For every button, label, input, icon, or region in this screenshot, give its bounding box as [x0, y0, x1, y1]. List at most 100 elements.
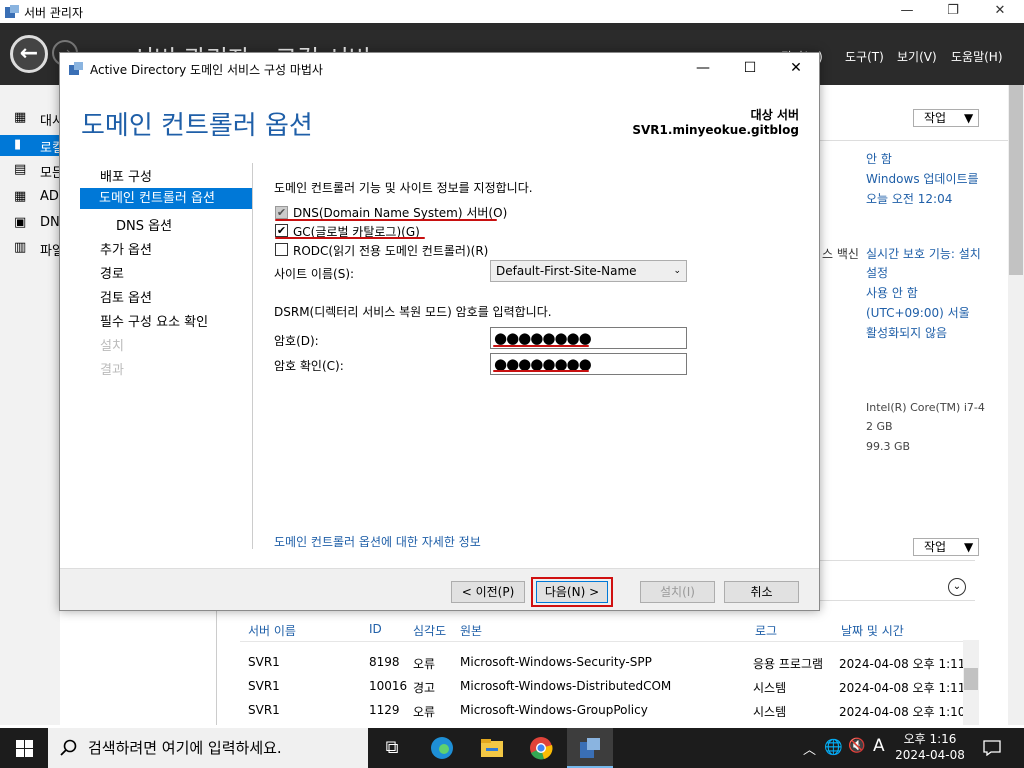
adds-config-wizard: Active Directory 도메인 서비스 구성 마법사 — ☐ ✕ 도메…: [59, 52, 820, 611]
red-underline: [275, 219, 497, 221]
clock-time: 오후 1:16: [903, 732, 957, 746]
password-label: 암호(D):: [274, 334, 319, 348]
events-scrollbar[interactable]: [963, 640, 979, 725]
tasks-dropdown-events[interactable]: 작업 ▼: [913, 538, 979, 556]
table-row[interactable]: SVR1 10016 경고 Microsoft-Windows-Distribu…: [0, 679, 965, 695]
dialog-close-button[interactable]: ✕: [773, 53, 819, 83]
dialog-maximize-button[interactable]: ☐: [727, 53, 773, 83]
step-prerequisites-check[interactable]: 필수 구성 요소 확인: [100, 311, 208, 330]
main-scrollbar[interactable]: [1008, 85, 1024, 725]
red-underline: [275, 237, 425, 239]
chevron-down-icon: ▼: [964, 540, 974, 554]
more-info-link[interactable]: 도메인 컨트롤러 옵션에 대한 자세한 정보: [274, 533, 481, 550]
server-manager-icon: [5, 5, 19, 18]
prop-value[interactable]: 사용 안 함: [866, 284, 918, 301]
table-row[interactable]: SVR1 8198 오류 Microsoft-Windows-Security-…: [0, 655, 965, 671]
speaker-mute-icon[interactable]: 🔇: [848, 738, 865, 754]
prop-value[interactable]: 활성화되지 않음: [866, 324, 947, 341]
nav-item-ad[interactable]: AD: [40, 189, 59, 204]
window-title: 서버 관리자: [24, 6, 84, 20]
prop-value[interactable]: 안 함: [866, 150, 892, 167]
install-button: 설치(I): [640, 581, 715, 603]
maximize-button[interactable]: ❐: [930, 0, 976, 23]
wizard-icon: [69, 62, 83, 75]
page-title: 도메인 컨트롤러 옵션: [81, 111, 313, 141]
taskbar: 검색하려면 여기에 입력하세요. ⧉ ︿ 🌐 🔇 A 오후 1:16 2024-…: [0, 728, 1024, 768]
server-manager-nav: [0, 85, 60, 725]
step-results: 결과: [100, 363, 124, 378]
server-manager-taskbar-button[interactable]: [567, 728, 613, 768]
search-icon: [60, 739, 77, 756]
prop-value[interactable]: (UTC+09:00) 서울: [866, 304, 970, 321]
nav-item-dns[interactable]: DN: [40, 215, 60, 230]
tray-chevron-icon[interactable]: ︿: [803, 739, 816, 758]
step-deployment-config[interactable]: 배포 구성: [100, 166, 152, 185]
clock-date: 2024-04-08: [895, 748, 965, 762]
hw-cpu: Intel(R) Core(TM) i7-4: [866, 401, 985, 414]
prop-value[interactable]: 설정: [866, 264, 888, 281]
start-icon[interactable]: [16, 740, 33, 757]
notification-icon[interactable]: [983, 740, 1001, 756]
task-view-icon[interactable]: ⧉: [380, 736, 404, 760]
event-col-id[interactable]: ID: [369, 622, 382, 636]
menu-view[interactable]: 보기(V): [897, 48, 937, 65]
hw-disk: 99.3 GB: [866, 440, 911, 453]
event-col-server[interactable]: 서버 이름: [248, 622, 296, 639]
target-server-value: SVR1.minyeokue.gitblog: [632, 123, 799, 137]
rodc-label[interactable]: RODC(읽기 전용 도메인 컨트롤러)(R): [293, 242, 488, 259]
clock[interactable]: 오후 1:16 2024-04-08: [895, 731, 965, 763]
step-dns-options[interactable]: DNS 옵션: [116, 215, 172, 234]
prop-value[interactable]: 실시간 보호 기능: 설치: [866, 245, 981, 262]
prop-value[interactable]: 오늘 오전 12:04: [866, 190, 952, 207]
nav-dashboard-icon: ▦: [14, 110, 27, 125]
file-explorer-icon[interactable]: [480, 736, 504, 760]
nav-file-icon: ▥: [14, 240, 27, 255]
rodc-checkbox[interactable]: [275, 243, 288, 256]
event-col-source[interactable]: 원본: [460, 622, 482, 639]
dsrm-instruction: DSRM(디렉터리 서비스 복원 모드) 암호를 입력합니다.: [274, 305, 552, 319]
hw-ram: 2 GB: [866, 420, 893, 433]
step-installation: 설치: [100, 339, 124, 354]
chrome-icon[interactable]: [529, 736, 553, 760]
menu-tools[interactable]: 도구(T): [845, 48, 884, 65]
dns-server-checkbox: ✔: [275, 206, 288, 219]
nav-ad-icon: ▦: [14, 189, 27, 204]
tasks-dropdown-top[interactable]: 작업 ▼: [913, 109, 979, 127]
prop-value[interactable]: Windows 업데이트를: [866, 170, 979, 187]
expand-icon[interactable]: ⌄: [948, 578, 966, 596]
confirm-password-label: 암호 확인(C):: [274, 359, 344, 373]
divider: [252, 163, 253, 549]
prev-button[interactable]: < 이전(P): [451, 581, 525, 603]
dialog-title: Active Directory 도메인 서비스 구성 마법사: [90, 63, 323, 77]
server-manager-icon: [580, 738, 600, 758]
dialog-footer: < 이전(P) 다음(N) > 설치(I) 취소: [60, 568, 819, 610]
global-catalog-checkbox[interactable]: ✔: [275, 224, 288, 237]
ime-indicator[interactable]: A: [873, 736, 885, 756]
nav-local-icon: ▮: [14, 137, 22, 152]
edge-icon[interactable]: [430, 736, 454, 760]
event-col-datetime[interactable]: 날짜 및 시간: [841, 622, 904, 639]
close-button[interactable]: ✕: [977, 0, 1023, 23]
network-icon[interactable]: 🌐: [824, 738, 843, 756]
site-name-select[interactable]: Default-First-Site-Name ⌄: [490, 260, 687, 282]
cancel-button[interactable]: 취소: [724, 581, 799, 603]
taskbar-search-input[interactable]: 검색하려면 여기에 입력하세요.: [48, 728, 368, 768]
minimize-button[interactable]: —: [884, 0, 930, 23]
step-paths[interactable]: 경로: [100, 263, 124, 282]
table-row[interactable]: SVR1 1129 오류 Microsoft-Windows-GroupPoli…: [0, 703, 965, 719]
event-col-severity[interactable]: 심각도: [413, 622, 446, 639]
back-button[interactable]: ←: [10, 35, 48, 73]
step-review-options[interactable]: 검토 옵션: [100, 287, 152, 306]
menu-help[interactable]: 도움말(H): [951, 48, 1003, 65]
next-button[interactable]: 다음(N) >: [536, 581, 608, 603]
chevron-down-icon: ▼: [964, 111, 974, 125]
nav-all-icon: ▤: [14, 162, 27, 177]
instruction-text: 도메인 컨트롤러 기능 및 사이트 정보를 지정합니다.: [274, 181, 533, 195]
dialog-minimize-button[interactable]: —: [680, 53, 726, 83]
event-col-log[interactable]: 로그: [755, 622, 777, 639]
dialog-titlebar: Active Directory 도메인 서비스 구성 마법사 — ☐ ✕: [60, 53, 819, 83]
target-server-label: 대상 서버: [750, 108, 799, 122]
step-additional-options[interactable]: 추가 옵션: [100, 239, 152, 258]
step-dc-options[interactable]: 도메인 컨트롤러 옵션: [80, 188, 253, 209]
chevron-down-icon: ⌄: [673, 266, 681, 276]
